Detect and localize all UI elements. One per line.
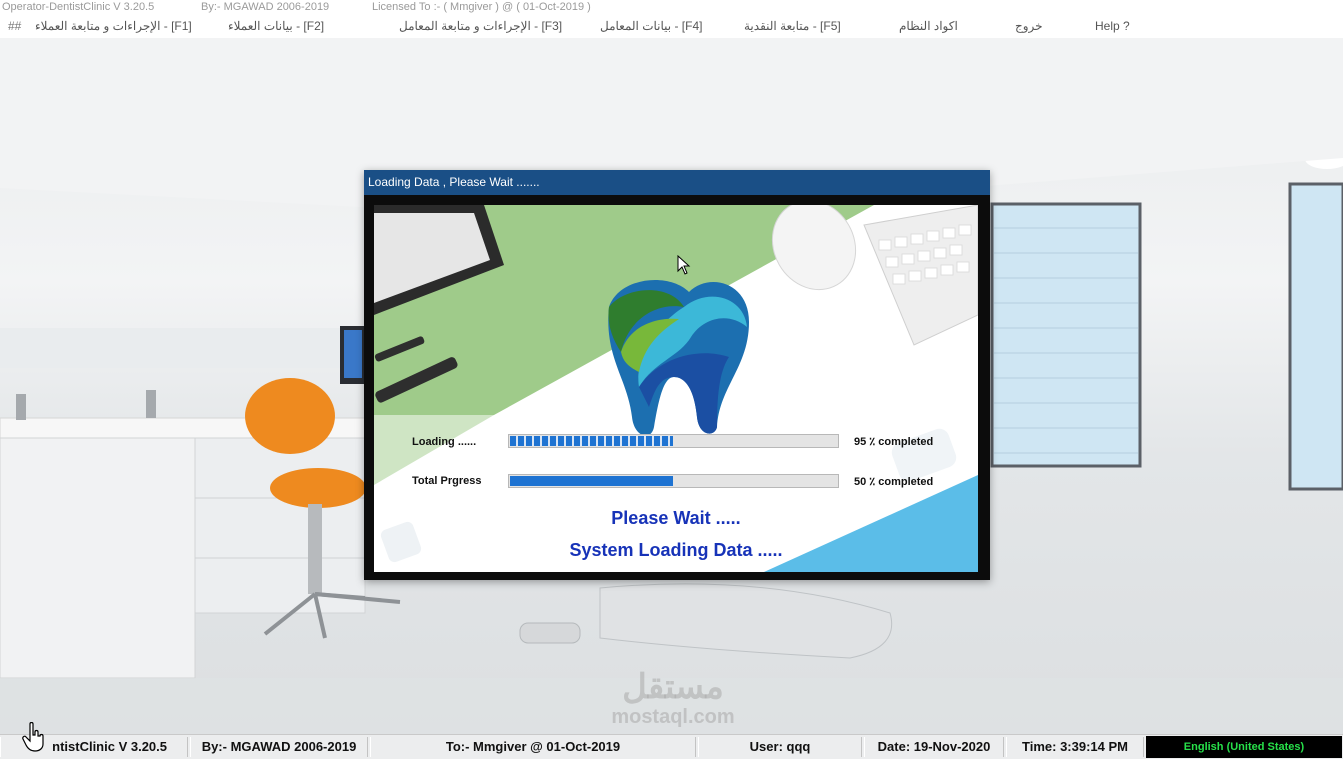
app-title: Operator-DentistClinic V 3.20.5 — [2, 1, 155, 13]
menu-item-exit[interactable]: خروج — [1015, 14, 1043, 38]
author-title: By:- MGAWAD 2006-2019 — [201, 1, 330, 13]
title-bar: Operator-DentistClinic V 3.20.5 By:- MGA… — [0, 0, 1343, 14]
watermark: مستقل mostaql.com — [588, 668, 758, 728]
hand-cursor-icon — [22, 722, 44, 752]
mouse-pointer-icon — [677, 255, 691, 275]
menu-item-f2[interactable]: [F2] - بيانات العملاء — [228, 14, 324, 38]
license-title: Licensed To :- ( Mmgiver ) @ ( 01-Oct-20… — [372, 1, 591, 13]
menu-item-help[interactable]: Help ? — [1095, 14, 1130, 38]
loading-percent: 95 ٪ completed — [854, 436, 934, 448]
status-licensed-to: To:- Mmgiver @ 01-Oct-2019 — [370, 737, 696, 757]
status-language: English (United States) — [1146, 736, 1342, 758]
status-time: Time: 3:39:14 PM — [1006, 737, 1144, 757]
menu-bar: ## [F1] - الإجراءات و متابعة العملاء [F2… — [0, 14, 1343, 39]
total-percent: 50 ٪ completed — [854, 476, 934, 488]
status-bar: ntistClinic V 3.20.5 By:- MGAWAD 2006-20… — [0, 734, 1343, 759]
loading-progress-bar — [508, 434, 839, 448]
watermark-arabic: مستقل — [622, 668, 724, 706]
loading-dialog: Loading Data , Please Wait ....... Loadi… — [364, 170, 990, 580]
total-progress-fill — [510, 476, 673, 486]
menu-item-f1[interactable]: [F1] - الإجراءات و متابعة العملاء — [35, 14, 192, 38]
status-author: By:- MGAWAD 2006-2019 — [190, 737, 368, 757]
total-progress-label: Total Prgress — [412, 475, 482, 487]
dialog-title: Loading Data , Please Wait ....... — [364, 170, 990, 195]
status-date: Date: 19-Nov-2020 — [864, 737, 1004, 757]
loading-progress-fill — [510, 436, 673, 446]
total-progress-bar — [508, 474, 839, 488]
tooth-logo-icon — [608, 280, 749, 436]
menu-item-f3[interactable]: [F3] - الإجراءات و متابعة المعامل — [399, 14, 562, 38]
loading-label: Loading ...... — [412, 436, 477, 448]
menu-item-f5[interactable]: [F5] - متابعة النقدية — [744, 14, 841, 38]
menu-hash: ## — [8, 19, 22, 33]
system-loading-text: System Loading Data ..... — [569, 540, 783, 560]
menu-item-system-codes[interactable]: اكواد النظام — [899, 14, 958, 38]
watermark-latin: mostaql.com — [611, 706, 735, 728]
status-user: User: qqq — [698, 737, 862, 757]
please-wait-text: Please Wait ..... — [611, 508, 741, 528]
dialog-body: Loading ...... 95 ٪ completed Total Prgr… — [374, 205, 978, 572]
menu-item-f4[interactable]: [F4] - بيانات المعامل — [600, 14, 703, 38]
